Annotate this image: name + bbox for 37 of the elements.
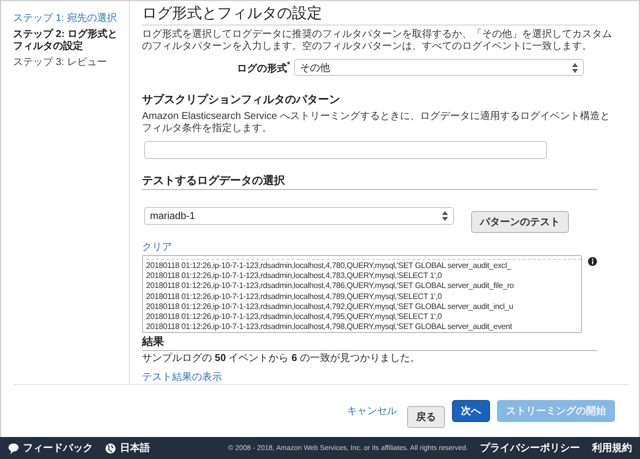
- language-link[interactable]: 日本語: [120, 441, 150, 455]
- wizard-step[interactable]: ステップ 1: 宛先の選択: [13, 13, 125, 25]
- page-title: ログ形式とフィルタの設定: [142, 4, 597, 26]
- log-line: 20180118 01:12:26,ip-10-7-1-123,rdsadmin,localhost,4,780,QUERY,mysql,'SET GLOBAL server_audit_excl_: [146, 261, 512, 272]
- wizard-button[interactable]: 次へ: [452, 400, 490, 422]
- info-icon[interactable]: [588, 257, 597, 266]
- section-heading: テストするログデータの選択: [142, 173, 597, 190]
- cancel-link[interactable]: キャンセル: [347, 404, 397, 418]
- wizard-step[interactable]: ステップ 2: ログ形式とフィルタの設定: [13, 29, 125, 53]
- log-line: 20180118 01:12:26,ip-10-7-1-123,rdsadmin,localhost,4,789,QUERY,mysql,'SELECT 1',0: [146, 292, 443, 302]
- results-summary: サンプルログの 50 イベントから 6 の一致が見つかりました。: [142, 353, 421, 365]
- description-text: ログ形式を選択してログデータに推奨のフィルタパターンを取得するか、「その他」を選択してカスタムのフィルタパターンを入力します。空のフィルタパターンは、すべてのログイベントに一致します。: [142, 29, 612, 53]
- wizard-button[interactable]: 戻る: [407, 406, 445, 428]
- log-line: 20180118 01:12:26,ip-10-7-1-123,rdsadmin,localhost,4,783,QUERY,mysql,'SELECT 1',0: [146, 271, 443, 282]
- filter-pattern-field[interactable]: [144, 141, 547, 159]
- log-line: 20180118 01:12:26,ip-10-7-1-123,rdsadmin,localhost,4,795,QUERY,mysql,'SELECT 1',0: [146, 312, 443, 322]
- speech-bubble-icon: [8, 442, 19, 454]
- field-label: ログの形式$^{*}$: [237, 60, 290, 76]
- log-format-select[interactable]: その他: [294, 59, 584, 76]
- log-line: 20180118 01:12:26,ip-10-7-1-123,rdsadmin,localhost,4,798,QUERY,mysql,'SET GLOBAL server_audit_event: [146, 322, 513, 332]
- log-line: 20180118 01:12:26,ip-10-7-1-123,rdsadmin,localhost,4,792,QUERY,mysql,'SET GLOBAL server_audit_incl_u: [146, 302, 514, 312]
- show-results-link[interactable]: テスト結果の表示: [142, 370, 222, 384]
- log-line: 20180118 01:12:26,ip-10-7-1-123,rdsadmin,localhost,4,786,QUERY,mysql,'SET GLOBAL server_audit_file_ro: [146, 281, 515, 292]
- footer-link[interactable]: 利用規約: [592, 441, 632, 455]
- caret-icon: [572, 62, 578, 72]
- globe-icon: [105, 442, 116, 454]
- log-data-area[interactable]: [142, 255, 582, 333]
- footer-link[interactable]: プライバシーポリシー: [480, 441, 580, 455]
- wizard-step[interactable]: ステップ 3: レビュー: [13, 57, 125, 69]
- section-heading: サブスクリプションフィルタのパターン: [142, 92, 341, 107]
- caret-icon: [442, 211, 448, 221]
- feedback-link[interactable]: フィードバック: [23, 441, 93, 455]
- section-heading: 結果: [142, 334, 597, 351]
- description-text: Amazon Elasticsearch Service へストリーミングするときに、ログデータに適用するログイベント構造とフィルタ条件を指定します。: [142, 111, 611, 135]
- clear-link[interactable]: クリア: [142, 240, 172, 254]
- log-source-select[interactable]: mariadb-1: [144, 207, 454, 225]
- test-pattern-button[interactable]: パターンのテスト: [471, 211, 569, 233]
